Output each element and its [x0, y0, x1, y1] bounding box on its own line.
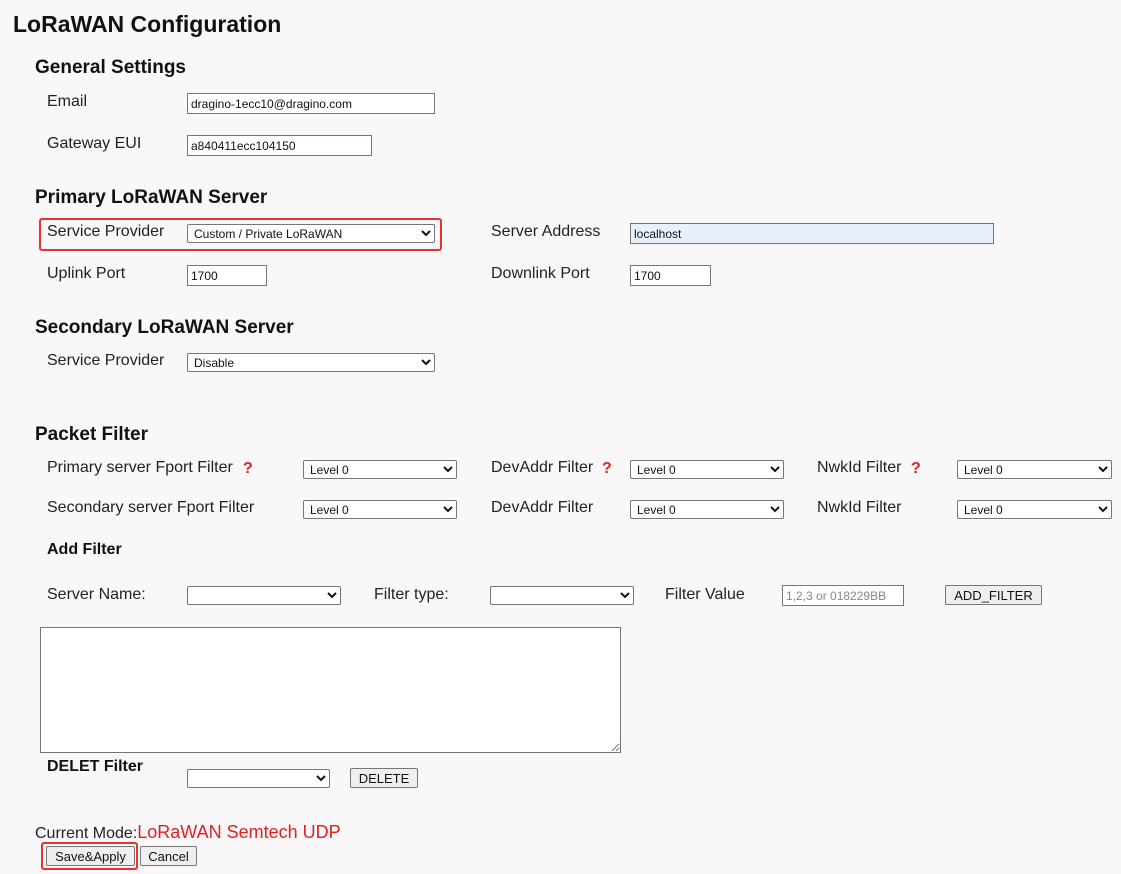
filter-type-select[interactable]	[490, 586, 634, 605]
cancel-button[interactable]: Cancel	[140, 846, 197, 866]
email-field[interactable]	[187, 93, 435, 114]
current-mode-label: Current Mode:	[35, 825, 138, 842]
secondary-fport-filter-select[interactable]: Level 0	[303, 500, 457, 519]
primary-nwkid-filter-select[interactable]: Level 0	[957, 460, 1112, 479]
current-mode-value: LoRaWAN Semtech UDP	[137, 822, 341, 842]
server-name-label: Server Name:	[47, 586, 146, 603]
filter-value-label: Filter Value	[665, 586, 745, 603]
page-title: LoRaWAN Configuration	[13, 11, 282, 37]
delete-filter-select[interactable]	[187, 769, 330, 788]
filter-list-textarea[interactable]	[40, 627, 621, 753]
primary-service-provider-select[interactable]: Custom / Private LoRaWAN	[187, 224, 435, 243]
server-address-field[interactable]	[630, 223, 994, 244]
delete-filter-title: DELET Filter	[47, 758, 144, 775]
filter-value-input[interactable]	[782, 585, 904, 606]
downlink-port-label: Downlink Port	[491, 265, 590, 282]
secondary-service-provider-label: Service Provider	[47, 352, 165, 369]
server-name-select[interactable]	[187, 586, 341, 605]
help-icon[interactable]: ?	[911, 460, 921, 478]
add-filter-title: Add Filter	[47, 541, 122, 558]
filter-type-label: Filter type:	[374, 586, 449, 603]
secondary-server-title: Secondary LoRaWAN Server	[35, 317, 294, 338]
general-settings-title: General Settings	[35, 57, 186, 78]
downlink-port-field[interactable]	[630, 265, 711, 286]
delete-button[interactable]: DELETE	[350, 768, 418, 788]
primary-devaddr-filter-select[interactable]: Level 0	[630, 460, 784, 479]
secondary-devaddr-filter-label: DevAddr Filter	[491, 499, 594, 516]
uplink-port-field[interactable]	[187, 265, 267, 286]
gateway-eui-label: Gateway EUI	[47, 135, 142, 152]
primary-fport-filter-select[interactable]: Level 0	[303, 460, 457, 479]
primary-nwkid-filter-label: NwkId Filter	[817, 459, 902, 476]
packet-filter-title: Packet Filter	[35, 424, 148, 445]
secondary-nwkid-filter-label: NwkId Filter	[817, 499, 902, 516]
add-filter-button[interactable]: ADD_FILTER	[945, 585, 1042, 605]
secondary-fport-filter-label: Secondary server Fport Filter	[47, 499, 255, 516]
server-address-label: Server Address	[491, 223, 601, 240]
primary-service-provider-label: Service Provider	[47, 223, 165, 240]
primary-server-title: Primary LoRaWAN Server	[35, 187, 268, 208]
secondary-nwkid-filter-select[interactable]: Level 0	[957, 500, 1112, 519]
secondary-service-provider-select[interactable]: Disable	[187, 353, 435, 372]
secondary-devaddr-filter-select[interactable]: Level 0	[630, 500, 784, 519]
save-apply-button[interactable]: Save&Apply	[46, 846, 135, 866]
primary-fport-filter-label: Primary server Fport Filter	[47, 459, 233, 476]
primary-devaddr-filter-label: DevAddr Filter	[491, 459, 594, 476]
help-icon[interactable]: ?	[602, 460, 612, 478]
uplink-port-label: Uplink Port	[47, 265, 126, 282]
gateway-eui-field[interactable]	[187, 135, 372, 156]
help-icon[interactable]: ?	[243, 460, 253, 478]
current-mode: Current Mode:LoRaWAN Semtech UDP	[35, 822, 341, 843]
email-label: Email	[47, 93, 88, 110]
